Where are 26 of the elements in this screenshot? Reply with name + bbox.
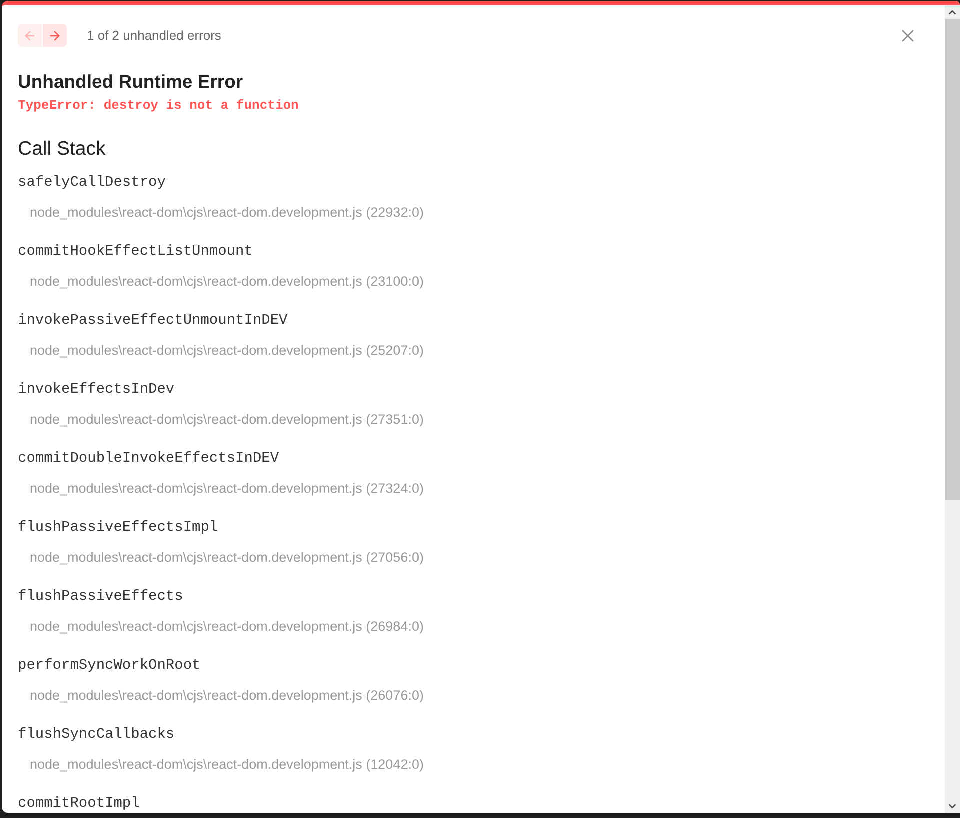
stack-frame-name: invokeEffectsInDev: [18, 381, 175, 400]
stack-frame-name: flushSyncCallbacks: [18, 726, 175, 745]
stack-frame-name: invokePassiveEffectUnmountInDEV: [18, 312, 288, 331]
error-message: TypeError: destroy is not a function: [18, 97, 299, 115]
stack-frame-location: node_modules\react-dom\cjs\react-dom.development.js (27351:0): [30, 411, 424, 429]
stack-frame-location: node_modules\react-dom\cjs\react-dom.development.js (26076:0): [30, 687, 424, 705]
stack-frame-location: node_modules\react-dom\cjs\react-dom.development.js (27324:0): [30, 480, 424, 498]
stack-frame-location: node_modules\react-dom\cjs\react-dom.development.js (12042:0): [30, 756, 424, 774]
stack-frame-name: performSyncWorkOnRoot: [18, 657, 201, 676]
stack-frame-name: flushPassiveEffectsImpl: [18, 519, 218, 538]
stack-frame-name: flushPassiveEffects: [18, 588, 184, 607]
stack-frame-name: commitDoubleInvokeEffectsInDEV: [18, 450, 280, 469]
stack-frame-name: commitRootImpl: [18, 795, 140, 813]
stack-frame-location: node_modules\react-dom\cjs\react-dom.development.js (26984:0): [30, 618, 424, 636]
error-count: 1 of 2 unhandled errors: [87, 26, 222, 45]
call-stack-heading: Call Stack: [18, 137, 106, 162]
stack-frame-location: node_modules\react-dom\cjs\react-dom.development.js (23100:0): [30, 273, 424, 291]
stack-frame-name: safelyCallDestroy: [18, 174, 166, 193]
stack-frame-location: node_modules\react-dom\cjs\react-dom.development.js (25207:0): [30, 342, 424, 360]
stack-frame-name: commitHookEffectListUnmount: [18, 243, 253, 262]
error-title: Unhandled Runtime Error: [18, 70, 244, 94]
stack-frame-location: node_modules\react-dom\cjs\react-dom.development.js (22932:0): [30, 204, 424, 222]
next-error-button[interactable]: [43, 24, 67, 47]
arrow-right-icon: [48, 28, 62, 42]
stack-frame-location: node_modules\react-dom\cjs\react-dom.development.js (27056:0): [30, 549, 424, 567]
scrollbar-thumb[interactable]: [945, 19, 960, 500]
